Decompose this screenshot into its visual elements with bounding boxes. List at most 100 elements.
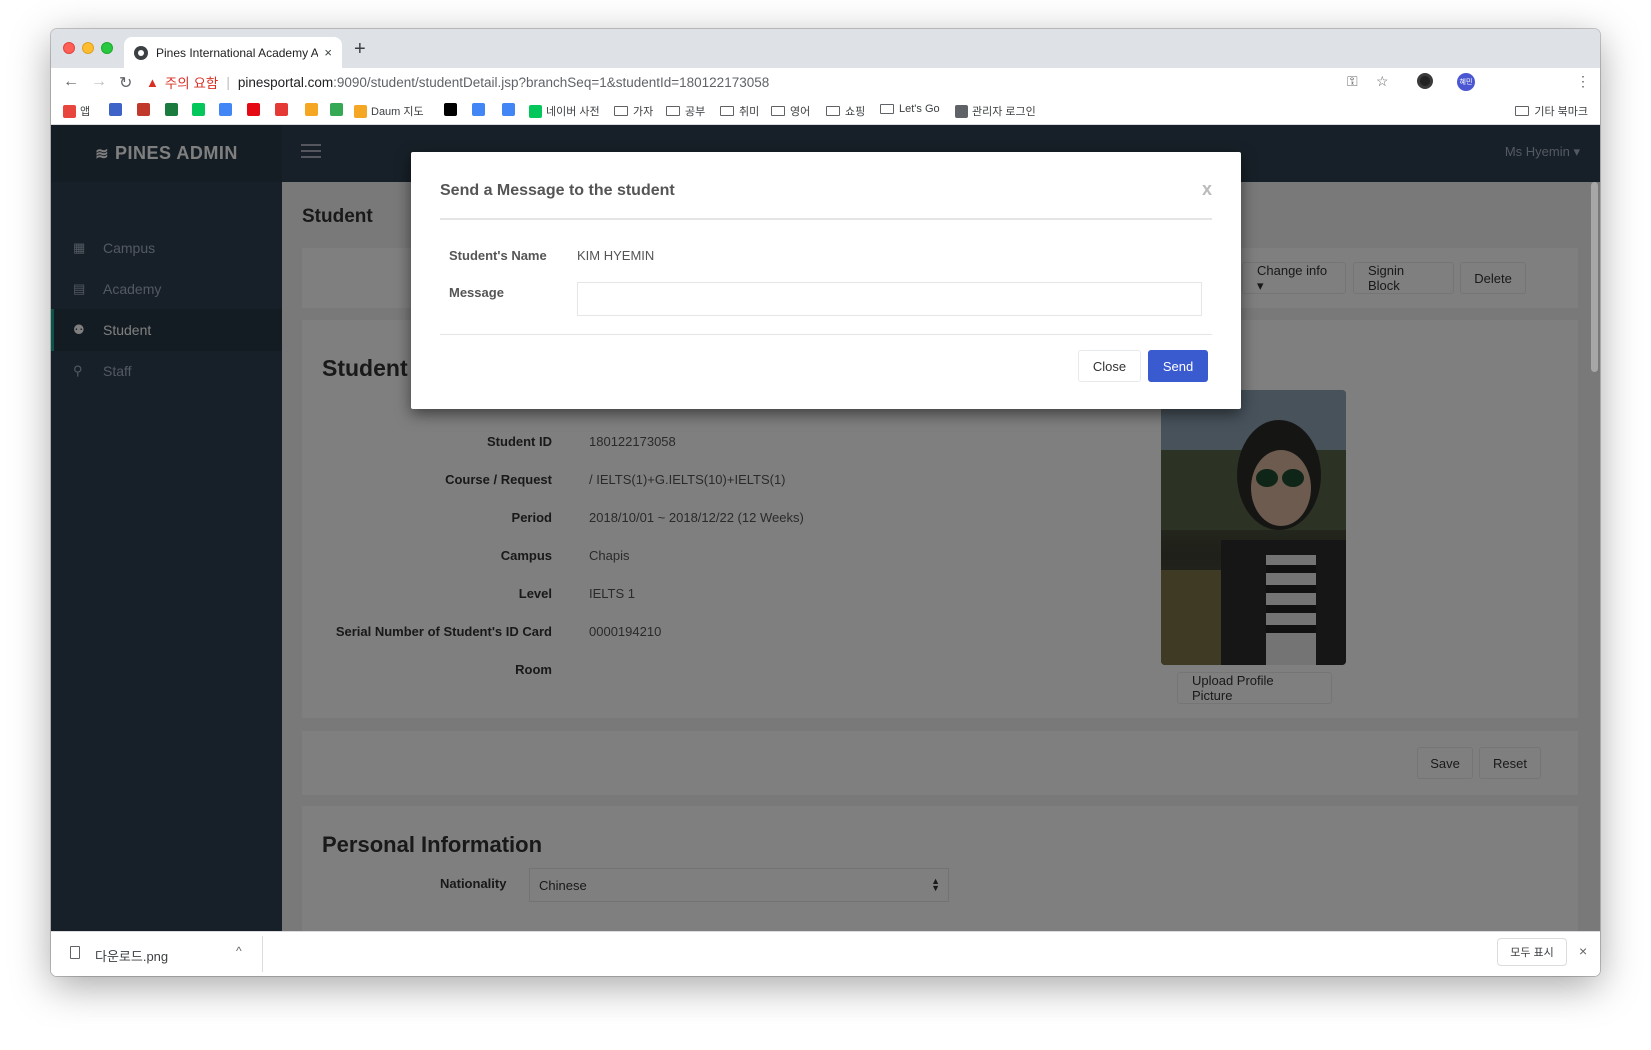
window-maximize-button[interactable] <box>101 42 113 54</box>
address-bar[interactable]: ▲ 주의 요함 | pinesportal.com:9090/student/s… <box>146 72 769 92</box>
admin-app: ≋ PINES ADMIN Ms Hyemin ▾ ▦ Campus ▤ Aca… <box>51 125 1600 960</box>
folder-icon <box>880 104 894 114</box>
close-button[interactable]: Close <box>1078 350 1141 382</box>
bookmark-item[interactable]: 가자 <box>614 103 653 119</box>
check-icon <box>165 103 178 116</box>
folder-icon <box>771 106 785 116</box>
bookmarks-bar: 기타 북마크 앱 Daum 지도 네이버 사전 가자 공부 취미 영어 쇼핑 Let's Go 관… <box>51 98 1600 125</box>
site-favicon-icon <box>134 45 148 60</box>
bookmark-item[interactable]: 쇼핑 <box>826 103 865 119</box>
star-icon[interactable]: ☆ <box>1376 73 1389 90</box>
download-shelf-wrapper: 다운로드.png ^ 모두 표시 × <box>51 931 1600 976</box>
url-path: :9090/student/studentDetail.jsp?branchSe… <box>333 74 770 90</box>
translate-icon <box>472 103 485 116</box>
bookmark-label: 네이버 사전 <box>546 106 600 118</box>
bookmark-label: 앱 <box>80 106 91 118</box>
chevron-up-icon[interactable]: ^ <box>236 944 242 958</box>
tab-title: Pines International Academy A <box>156 45 319 60</box>
show-all-button[interactable]: 모두 표시 <box>1497 938 1567 966</box>
bookmark-item[interactable]: Daum 지도 <box>354 103 424 119</box>
url-host: pinesportal.com <box>237 74 334 90</box>
bookmark-label: 공부 <box>685 106 706 118</box>
folder-icon <box>720 106 734 116</box>
modal-title: Send a Message to the student <box>440 182 675 199</box>
send-message-modal: Send a Message to the student x Student'… <box>411 152 1241 409</box>
page-scrollbar[interactable] <box>1591 182 1598 372</box>
new-tab-button[interactable]: + <box>354 38 366 61</box>
bookmark-item[interactable] <box>330 103 347 116</box>
hex-icon <box>275 103 288 116</box>
bookmark-item[interactable] <box>165 103 182 116</box>
extension-icon[interactable] <box>1417 73 1433 89</box>
netflix-icon <box>247 103 260 116</box>
bookmark-label: 관리자 로그인 <box>972 106 1036 118</box>
daum-icon <box>354 104 367 118</box>
download-shelf-close-icon[interactable]: × <box>1579 943 1587 959</box>
folder-icon <box>1515 106 1530 116</box>
download-file-name[interactable]: 다운로드.png <box>95 946 168 965</box>
tab-close-icon[interactable]: × <box>324 45 332 60</box>
bookmark-label: 쇼핑 <box>845 106 866 118</box>
bookmark-label: Daum 지도 <box>371 106 424 118</box>
download-shelf: 다운로드.png ^ 모두 표시 × <box>51 931 1600 976</box>
bookmark-item[interactable] <box>305 103 322 116</box>
modal-divider <box>440 218 1212 220</box>
student-name-label: Student's Name <box>449 248 547 263</box>
dict-icon <box>529 104 542 118</box>
window-close-button[interactable] <box>63 42 75 54</box>
modal-footer-divider <box>440 334 1212 335</box>
url-separator: | <box>226 74 230 90</box>
warning-icon: ▲ <box>146 74 159 90</box>
bookmark-item[interactable] <box>502 103 519 116</box>
other-bookmarks-label: 기타 북마크 <box>1534 106 1588 118</box>
bookmark-item[interactable]: 네이버 사전 <box>529 103 600 119</box>
modal-close-icon[interactable]: x <box>1202 179 1212 200</box>
bookmark-item[interactable]: 관리자 로그인 <box>955 103 1036 119</box>
bookmark-item[interactable]: 앱 <box>63 103 90 119</box>
bookmark-item[interactable]: 영어 <box>771 103 810 119</box>
bookmark-item[interactable] <box>109 103 126 116</box>
message-input[interactable] <box>577 282 1202 316</box>
back-icon[interactable]: ← <box>63 73 79 91</box>
bookmark-item[interactable] <box>472 103 489 116</box>
wiki-icon <box>444 103 457 116</box>
bookmark-item[interactable] <box>247 103 264 116</box>
maps-icon <box>330 103 343 116</box>
bookmark-label: 가자 <box>633 106 654 118</box>
reload-icon[interactable]: ↻ <box>119 73 132 93</box>
page-icon <box>955 104 968 118</box>
apps-icon <box>63 104 76 118</box>
shield-icon <box>137 103 150 116</box>
folder-icon <box>614 106 628 116</box>
key-icon[interactable]: ⚿ <box>1347 73 1358 90</box>
folder-icon <box>826 106 840 116</box>
ev-icon <box>109 103 122 116</box>
bookmark-item[interactable]: Let's Go <box>880 103 940 115</box>
google-icon <box>219 103 232 116</box>
browser-tab[interactable]: Pines International Academy A × <box>124 37 342 68</box>
bookmark-item[interactable] <box>444 103 461 116</box>
bookmark-item[interactable]: 취미 <box>720 103 759 119</box>
security-warning[interactable]: 주의 요함 <box>165 72 218 92</box>
message-label: Message <box>449 285 504 300</box>
bookmark-item[interactable] <box>137 103 154 116</box>
bookmark-item[interactable] <box>219 103 236 116</box>
bookmark-item[interactable] <box>275 103 292 116</box>
profile-avatar[interactable]: 혜민 <box>1457 73 1475 91</box>
browser-window: Pines International Academy A × + ← → ↻ … <box>51 29 1600 976</box>
folder-icon <box>666 106 680 116</box>
forward-icon[interactable]: → <box>91 73 107 91</box>
bookmark-label: 영어 <box>790 106 811 118</box>
naver-icon <box>192 103 205 116</box>
download-separator <box>262 936 263 972</box>
bookmark-item[interactable] <box>192 103 209 116</box>
menu-kebab-icon[interactable]: ⋮ <box>1576 73 1590 90</box>
d-icon <box>305 103 318 116</box>
window-minimize-button[interactable] <box>82 42 94 54</box>
tab-strip: Pines International Academy A × + <box>51 29 1600 68</box>
send-button[interactable]: Send <box>1148 350 1208 382</box>
other-bookmarks[interactable]: 기타 북마크 <box>1515 103 1588 119</box>
student-name-value: KIM HYEMIN <box>577 248 655 263</box>
google-icon <box>502 103 515 116</box>
bookmark-item[interactable]: 공부 <box>666 103 705 119</box>
